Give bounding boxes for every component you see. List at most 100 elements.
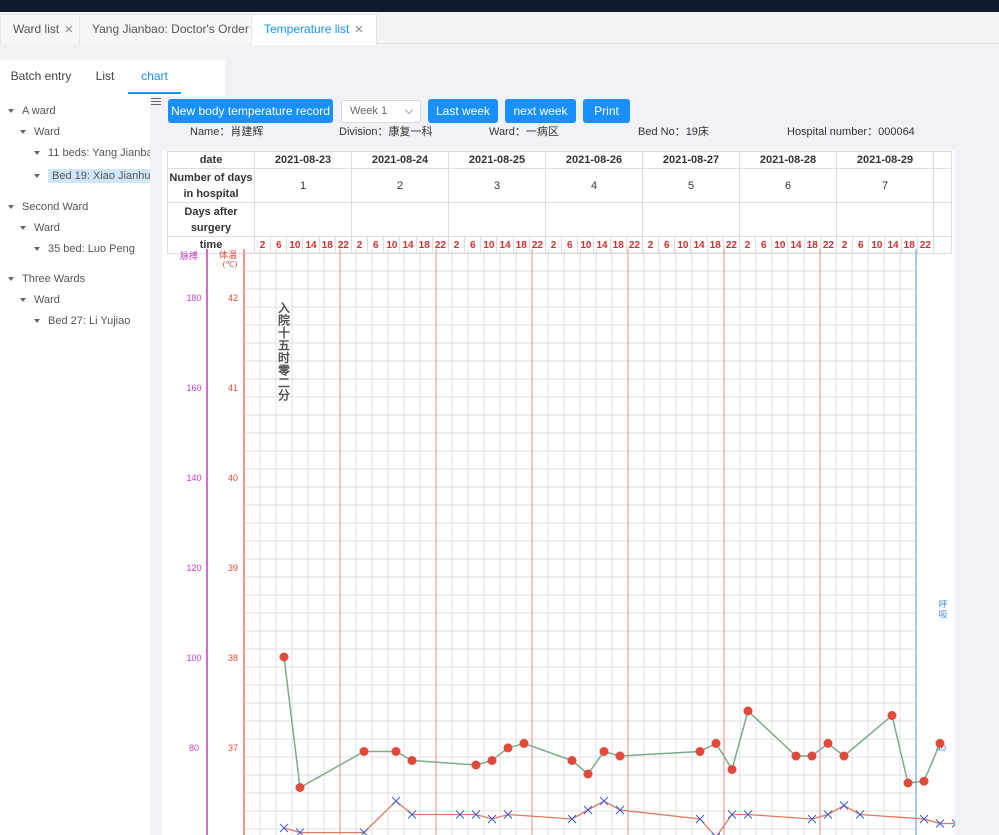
date-cell: 2021-08-24 [351, 151, 449, 169]
date-cell: 2021-08-25 [448, 151, 546, 169]
days-after-surgery-cell [642, 202, 740, 237]
caret-down-icon[interactable] [34, 247, 40, 252]
date-cell: 2021-08-26 [545, 151, 643, 169]
print-button[interactable]: Print [583, 99, 630, 123]
temperature-point [839, 751, 849, 761]
temperature-point [903, 778, 913, 788]
days-in-hospital-cell: 6 [739, 168, 837, 203]
temperature-point [887, 711, 897, 720]
date-cell: 2021-08-28 [739, 151, 837, 169]
temperature-tick-label: 41 [228, 383, 238, 393]
temperature-point [711, 738, 721, 748]
tree-node-bed-35[interactable]: 35 bed: Luo Peng [34, 239, 135, 259]
temperature-point [823, 738, 833, 748]
tree-node-ward[interactable]: Ward [20, 218, 60, 238]
days-in-hospital-cell: 4 [545, 168, 643, 203]
patient-name: Name：肖建辉 [190, 126, 264, 138]
days-in-hospital-cell: 2 [351, 168, 449, 203]
temperature-tick-label: 42 [228, 293, 238, 303]
pulse-tick-label: 140 [186, 473, 201, 483]
caret-down-icon[interactable] [20, 130, 26, 135]
tree-node-bed-19[interactable]: Bed 19: Xiao Jianhui [34, 166, 150, 186]
respiration-point [823, 810, 833, 819]
pulse-axis-label: 脉搏 [180, 250, 198, 262]
tree-node-ward[interactable]: Ward [20, 290, 60, 310]
tree-node-three-wards[interactable]: Three Wards [8, 269, 85, 289]
caret-down-icon[interactable] [8, 205, 14, 210]
view-mode-tabs: Batch entry List chart [0, 60, 225, 96]
respiration-axis-label: 吸 [938, 610, 947, 621]
temperature-point [599, 747, 609, 756]
caret-down-icon[interactable] [8, 109, 14, 114]
days-after-surgery-cell [448, 202, 546, 237]
week-select[interactable]: Week 1 [341, 100, 421, 123]
page-tabs: Ward list✕ Yang Jianbao: Doctor's Order✕… [0, 12, 999, 45]
ward-tree: A ward Ward 11 beds: Yang Jianbao Bed 19… [0, 96, 150, 835]
temperature-axis-unit: (℃) [222, 260, 237, 269]
pulse-tick-label: 120 [186, 563, 201, 573]
temperature-point [359, 747, 369, 756]
tab-temperature-list[interactable]: Temperature list ✕ [251, 14, 377, 45]
temperature-point [519, 738, 529, 748]
temperature-point [487, 756, 497, 765]
tab-chart[interactable]: chart [128, 60, 181, 94]
close-icon[interactable]: ✕ [354, 24, 363, 36]
tree-node-ward[interactable]: Ward [20, 122, 60, 142]
tree-node-second-ward[interactable]: Second Ward [8, 197, 88, 217]
temperature-tick-label: 40 [228, 473, 238, 483]
days-after-surgery-cell [351, 202, 449, 237]
temperature-point [791, 751, 801, 761]
tab-list[interactable]: List [82, 60, 128, 94]
tree-node-bed-27[interactable]: Bed 27: Li Yujiao [34, 311, 130, 331]
temperature-point [935, 738, 945, 748]
pulse-tick-label: 160 [186, 383, 201, 393]
last-week-button[interactable]: Last week [428, 99, 498, 123]
new-temperature-record-button[interactable]: New body temperature record [168, 99, 333, 123]
empty-cell [933, 151, 952, 169]
respiration-point [391, 796, 401, 806]
temperature-point [695, 747, 705, 756]
temperature-point [391, 747, 401, 756]
empty-cell [933, 202, 952, 237]
caret-down-icon[interactable] [34, 151, 40, 156]
respiration-series-line [283, 800, 955, 835]
respiration-point [279, 823, 289, 833]
pulse-tick-label: 180 [186, 293, 201, 303]
close-icon[interactable]: ✕ [64, 24, 73, 36]
temperature-tick-label: 38 [228, 653, 238, 663]
caret-down-icon[interactable] [34, 319, 40, 324]
caret-down-icon[interactable] [20, 226, 26, 231]
caret-down-icon[interactable] [20, 298, 26, 303]
tree-node-a-ward[interactable]: A ward [8, 101, 56, 121]
date-cell: 2021-08-23 [254, 151, 352, 169]
tab-ward-list[interactable]: Ward list ✕ [0, 14, 87, 44]
admission-annotation-char: 分 [278, 388, 290, 403]
sheet-header-table: date 2021-08-23 2021-08-24 2021-08-25 20… [167, 151, 952, 254]
temperature-point [919, 776, 929, 786]
days-after-surgery-cell [739, 202, 837, 237]
temperature-point [615, 751, 625, 761]
next-week-button[interactable]: next week [505, 99, 576, 123]
collapse-sidebar-icon[interactable] [151, 98, 161, 108]
temperature-chart: 脉搏 体温(℃)18016014012010080424140393837呼吸40… [180, 249, 955, 835]
temperature-point [295, 783, 305, 792]
app-top-bar [0, 0, 999, 12]
caret-down-icon[interactable] [34, 174, 40, 179]
tree-node-bed-11[interactable]: 11 beds: Yang Jianbao [34, 143, 150, 163]
date-label: date [167, 151, 255, 169]
respiration-point [583, 805, 593, 815]
tab-batch-entry[interactable]: Batch entry [0, 60, 82, 94]
patient-division: Division：康复一科 [339, 126, 433, 138]
temperature-point [407, 756, 417, 765]
temperature-tick-label: 39 [228, 563, 238, 573]
days-in-hospital-cell: 1 [254, 168, 352, 203]
caret-down-icon[interactable] [8, 277, 14, 282]
days-in-hospital-cell: 7 [836, 168, 934, 203]
temperature-point [279, 652, 289, 662]
tab-doctors-order[interactable]: Yang Jianbao: Doctor's Order✕ [79, 14, 277, 44]
temperature-sheet: date 2021-08-23 2021-08-24 2021-08-25 20… [162, 151, 955, 835]
respiration-axis-label: 呼 [938, 600, 947, 611]
pulse-tick-label: 100 [186, 653, 201, 663]
temperature-tick-label: 37 [228, 743, 238, 753]
days-in-hospital-label: Number of days in hospital [167, 168, 255, 203]
